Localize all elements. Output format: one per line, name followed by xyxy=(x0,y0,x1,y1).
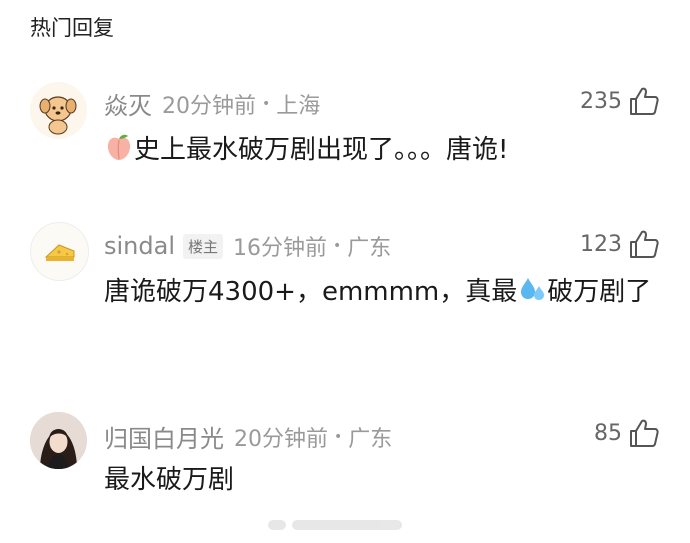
username[interactable]: 焱灭 xyxy=(104,86,152,121)
avatar[interactable] xyxy=(30,82,87,139)
watermark xyxy=(268,517,418,533)
comment-text: 史上最水破万剧出现了。。。唐诡! xyxy=(104,128,664,176)
avatar[interactable] xyxy=(30,412,87,469)
comment-text-part: 最水破万剧 xyxy=(104,465,235,495)
cartoon-dog-icon xyxy=(30,82,87,139)
comment-text: 最水破万剧 xyxy=(104,458,664,502)
section-title: 热门回复 xyxy=(30,16,114,40)
thumbs-up-icon xyxy=(630,419,659,447)
location: 广东 xyxy=(347,236,392,261)
sweat-droplets-icon xyxy=(517,274,547,318)
comment-text-part: 唐诡破万4300+，emmmm，真最 xyxy=(104,277,518,307)
thumbs-up-icon xyxy=(630,87,659,115)
separator-dot: • xyxy=(262,95,271,112)
thumbs-up-icon xyxy=(630,230,659,258)
peach-icon xyxy=(104,132,134,176)
like-button[interactable]: 85 xyxy=(594,418,660,448)
separator-dot: • xyxy=(333,238,342,254)
like-count: 123 xyxy=(580,231,622,257)
author-badge: 楼主 xyxy=(183,233,224,259)
comment-text: 唐诡破万4300+，emmmm，真最 破万剧了 xyxy=(104,270,664,318)
comment-text-main: 史上最水破万剧出现了。。。唐诡! xyxy=(134,135,509,165)
separator-dot: • xyxy=(334,428,343,445)
timestamp: 16分钟前 xyxy=(233,236,328,261)
timestamp: 20分钟前 xyxy=(234,426,328,452)
comment-meta: 归国白月光 20分钟前 • 广东 xyxy=(104,419,392,454)
username[interactable]: 归国白月光 xyxy=(104,419,224,454)
user-photo-icon xyxy=(30,412,87,469)
username[interactable]: sindal xyxy=(104,232,175,260)
like-button[interactable]: 235 xyxy=(580,86,660,116)
location: 广东 xyxy=(348,426,393,452)
cheese-icon xyxy=(31,223,88,280)
comment-meta: sindal 楼主 16分钟前 • 广东 xyxy=(104,230,391,262)
like-button[interactable]: 123 xyxy=(580,229,660,259)
like-count: 85 xyxy=(594,420,622,446)
like-count: 235 xyxy=(580,88,622,114)
comment-meta: 焱灭 20分钟前 • 上海 xyxy=(104,86,320,121)
timestamp: 20分钟前 xyxy=(162,93,256,119)
avatar[interactable] xyxy=(30,222,89,281)
location: 上海 xyxy=(276,93,321,119)
comment-text-part: 破万剧了 xyxy=(547,277,652,307)
